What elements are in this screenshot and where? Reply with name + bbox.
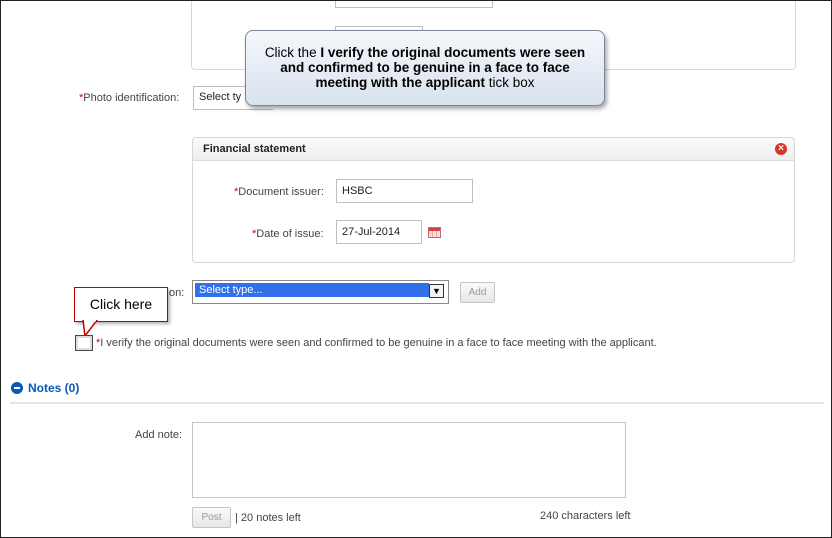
post-button[interactable]: Post	[192, 507, 231, 528]
click-here-text: Click here	[89, 296, 153, 312]
verify-label-wrap: *I verify the original documents were se…	[96, 337, 657, 349]
doc-issuer-label: Document issuer:	[238, 186, 324, 198]
instruction-post: tick box	[484, 75, 535, 90]
other-doc-label-partial: on:	[169, 287, 185, 299]
add-button[interactable]: Add	[460, 282, 495, 303]
select-type-dropdown[interactable]: Select type... ▼	[192, 280, 449, 304]
instruction-pre: Click the	[264, 45, 321, 60]
chars-left-text: 240 characters left	[540, 510, 631, 522]
add-note-textarea[interactable]	[192, 422, 626, 498]
calendar-icon[interactable]	[428, 227, 441, 238]
instruction-bold: I verify the original documents were see…	[280, 45, 586, 90]
verify-checkbox[interactable]	[75, 335, 93, 351]
doc-issuer-input[interactable]: HSBC	[336, 179, 473, 203]
date-issue-input[interactable]: 27-Jul-2014	[336, 220, 422, 244]
collapse-icon[interactable]	[11, 382, 23, 394]
select-type-value: Select type...	[195, 283, 429, 297]
screenshot-frame: *Photo identification: Select ty Click t…	[0, 0, 832, 538]
instruction-callout: Click the I verify the original document…	[245, 30, 605, 106]
date-issue-label-wrap: *Date of issue:	[252, 228, 324, 240]
previous-field[interactable]	[335, 1, 493, 8]
photo-id-select-value: Select ty	[199, 91, 242, 103]
financial-statement-title: Financial statement	[203, 143, 306, 155]
click-here-callout: Click here	[74, 287, 168, 322]
notes-divider	[10, 402, 824, 404]
chevron-down-icon[interactable]: ▼	[429, 284, 444, 298]
notes-title: Notes (0)	[28, 381, 80, 395]
doc-issuer-label-wrap: *Document issuer:	[234, 186, 324, 198]
financial-statement-header: Financial statement ×	[193, 138, 794, 161]
financial-statement-panel: Financial statement × *Document issuer: …	[192, 137, 795, 263]
photo-id-label-wrap: *Photo identification:	[79, 92, 179, 104]
date-issue-label: Date of issue:	[256, 228, 324, 240]
verify-label: I verify the original documents were see…	[100, 337, 657, 349]
add-note-label: Add note:	[135, 429, 183, 441]
notes-left-text: | 20 notes left	[235, 512, 301, 524]
photo-id-label: Photo identification:	[83, 92, 180, 104]
remove-panel-icon[interactable]: ×	[775, 143, 787, 155]
